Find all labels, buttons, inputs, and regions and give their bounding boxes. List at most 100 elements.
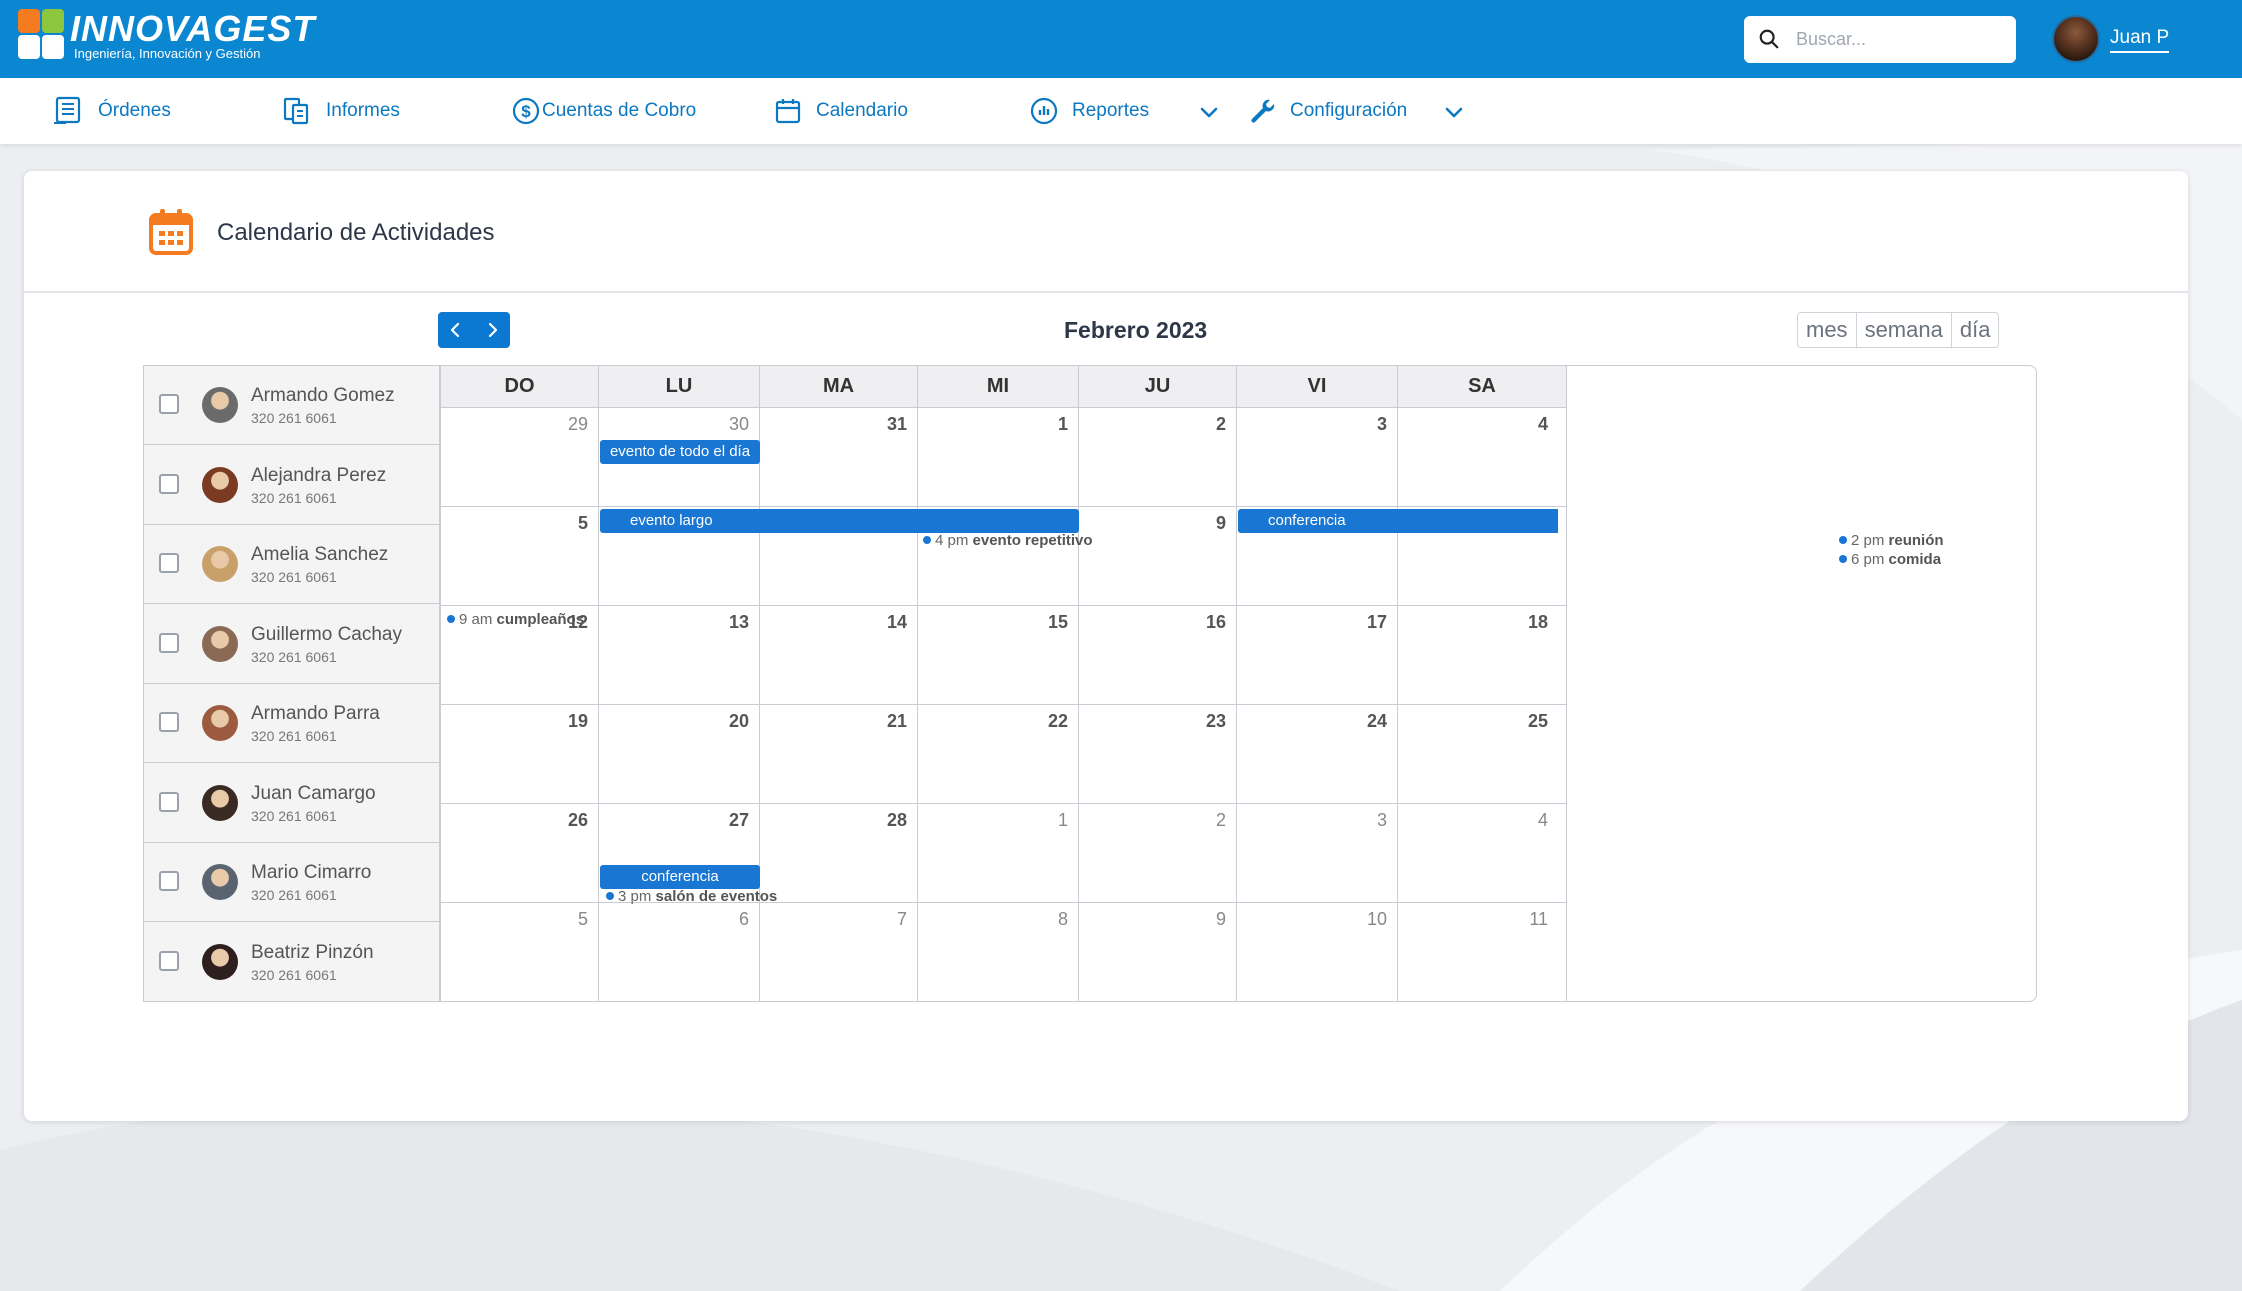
day-cell[interactable]: 2 [1079,804,1237,903]
event-bar[interactable]: evento de todo el día [600,440,760,464]
day-cell[interactable]: 5 [441,507,599,606]
nav-item-reportes[interactable]: Reportes [1030,78,1149,144]
day-cell[interactable]: 13 [599,606,760,705]
event-item[interactable]: 2 pm reunión [1839,532,1944,549]
person-checkbox[interactable] [159,792,179,812]
day-cell[interactable]: 4 [1398,408,1567,507]
day-number[interactable]: 7 [897,909,907,930]
day-cell[interactable]: 14 [760,606,918,705]
day-cell[interactable]: 11 [1398,903,1567,1001]
day-cell[interactable]: 7 [760,903,918,1001]
chevron-down-icon[interactable] [1199,102,1219,122]
day-number[interactable]: 4 [1538,414,1548,435]
day-number[interactable]: 8 [1058,909,1068,930]
day-number[interactable]: 2 [1216,414,1226,435]
day-cell[interactable]: 5 [441,903,599,1001]
day-cell[interactable]: 9 [1079,507,1237,606]
view-month-button[interactable]: mes [1798,313,1857,347]
person-checkbox[interactable] [159,712,179,732]
nav-item-calendario[interactable]: Calendario [774,78,908,144]
day-number[interactable]: 20 [729,711,749,732]
day-number[interactable]: 5 [578,513,588,534]
day-number[interactable]: 9 [1216,909,1226,930]
day-number[interactable]: 9 [1216,513,1226,534]
day-cell[interactable]: 3 [1237,804,1398,903]
nav-item-cuentas-de-cobro[interactable]: $ Cuentas de Cobro [512,78,696,144]
next-month-button[interactable] [474,312,510,348]
search-box[interactable] [1744,16,2016,63]
view-day-button[interactable]: día [1952,313,1999,347]
day-number[interactable]: 30 [729,414,749,435]
person-checkbox[interactable] [159,951,179,971]
day-number[interactable]: 10 [1367,909,1387,930]
day-number[interactable]: 29 [568,414,588,435]
day-cell[interactable]: 22 [918,705,1079,804]
nav-item-configuracion[interactable]: Configuración [1248,78,1407,144]
day-number[interactable]: 5 [578,909,588,930]
nav-item-informes[interactable]: Informes [282,78,400,144]
person-checkbox[interactable] [159,474,179,494]
day-cell[interactable]: 16 [1079,606,1237,705]
day-cell[interactable]: 2 [1079,408,1237,507]
event-bar[interactable]: conferencia [1238,509,1558,533]
day-number[interactable]: 3 [1377,414,1387,435]
day-cell[interactable]: 9 [1079,903,1237,1001]
day-cell[interactable]: 25 [1398,705,1567,804]
day-number[interactable]: 2 [1216,810,1226,831]
day-number[interactable]: 4 [1538,810,1548,831]
day-cell[interactable]: 10 [1237,903,1398,1001]
day-cell[interactable]: 6 [599,903,760,1001]
user-avatar[interactable] [2052,15,2100,63]
day-cell[interactable]: 1 [918,408,1079,507]
view-week-button[interactable]: semana [1857,313,1952,347]
day-cell[interactable]: 24 [1237,705,1398,804]
day-cell[interactable]: 28 [760,804,918,903]
person-checkbox[interactable] [159,394,179,414]
day-cell[interactable]: 23 [1079,705,1237,804]
day-cell[interactable]: 31 [760,408,918,507]
day-number[interactable]: 6 [739,909,749,930]
user-name-link[interactable]: Juan P [2110,27,2170,53]
day-cell[interactable]: 3 [1237,408,1398,507]
search-input[interactable] [1796,24,1996,54]
day-cell[interactable]: 26 [441,804,599,903]
chevron-down-icon[interactable] [1444,102,1464,122]
event-item[interactable]: 3 pm salón de eventos [606,888,777,905]
day-number[interactable]: 13 [729,612,749,633]
day-number[interactable]: 27 [729,810,749,831]
nav-item-ordenes[interactable]: Órdenes [52,78,171,144]
day-number[interactable]: 1 [1058,810,1068,831]
day-number[interactable]: 19 [568,711,588,732]
day-number[interactable]: 14 [887,612,907,633]
day-cell[interactable]: 17 [1237,606,1398,705]
person-checkbox[interactable] [159,871,179,891]
day-number[interactable]: 28 [887,810,907,831]
event-item[interactable]: 9 am cumpleaños [447,611,584,628]
event-bar[interactable]: conferencia [600,865,760,889]
day-cell[interactable]: 19 [441,705,599,804]
day-number[interactable]: 24 [1367,711,1387,732]
day-cell[interactable]: 20 [599,705,760,804]
day-cell[interactable]: 4 [1398,804,1567,903]
person-checkbox[interactable] [159,553,179,573]
day-number[interactable]: 3 [1377,810,1387,831]
day-number[interactable]: 1 [1058,414,1068,435]
day-number[interactable]: 26 [568,810,588,831]
day-cell[interactable]: 15 [918,606,1079,705]
day-cell[interactable]: 29 [441,408,599,507]
day-cell[interactable]: 18 [1398,606,1567,705]
day-cell[interactable]: 21 [760,705,918,804]
day-number[interactable]: 21 [887,711,907,732]
app-logo[interactable]: INNOVAGEST Ingeniería, Innovación y Gest… [18,9,314,67]
day-number[interactable]: 16 [1206,612,1226,633]
day-number[interactable]: 23 [1206,711,1226,732]
person-checkbox[interactable] [159,633,179,653]
day-number[interactable]: 15 [1048,612,1068,633]
event-item[interactable]: 6 pm comida [1839,551,1941,568]
day-number[interactable]: 17 [1367,612,1387,633]
event-bar[interactable]: evento largo [600,509,1079,533]
day-number[interactable]: 31 [887,414,907,435]
day-cell[interactable]: 1 [918,804,1079,903]
event-item[interactable]: 4 pm evento repetitivo [923,532,1093,549]
day-number[interactable]: 25 [1528,711,1548,732]
